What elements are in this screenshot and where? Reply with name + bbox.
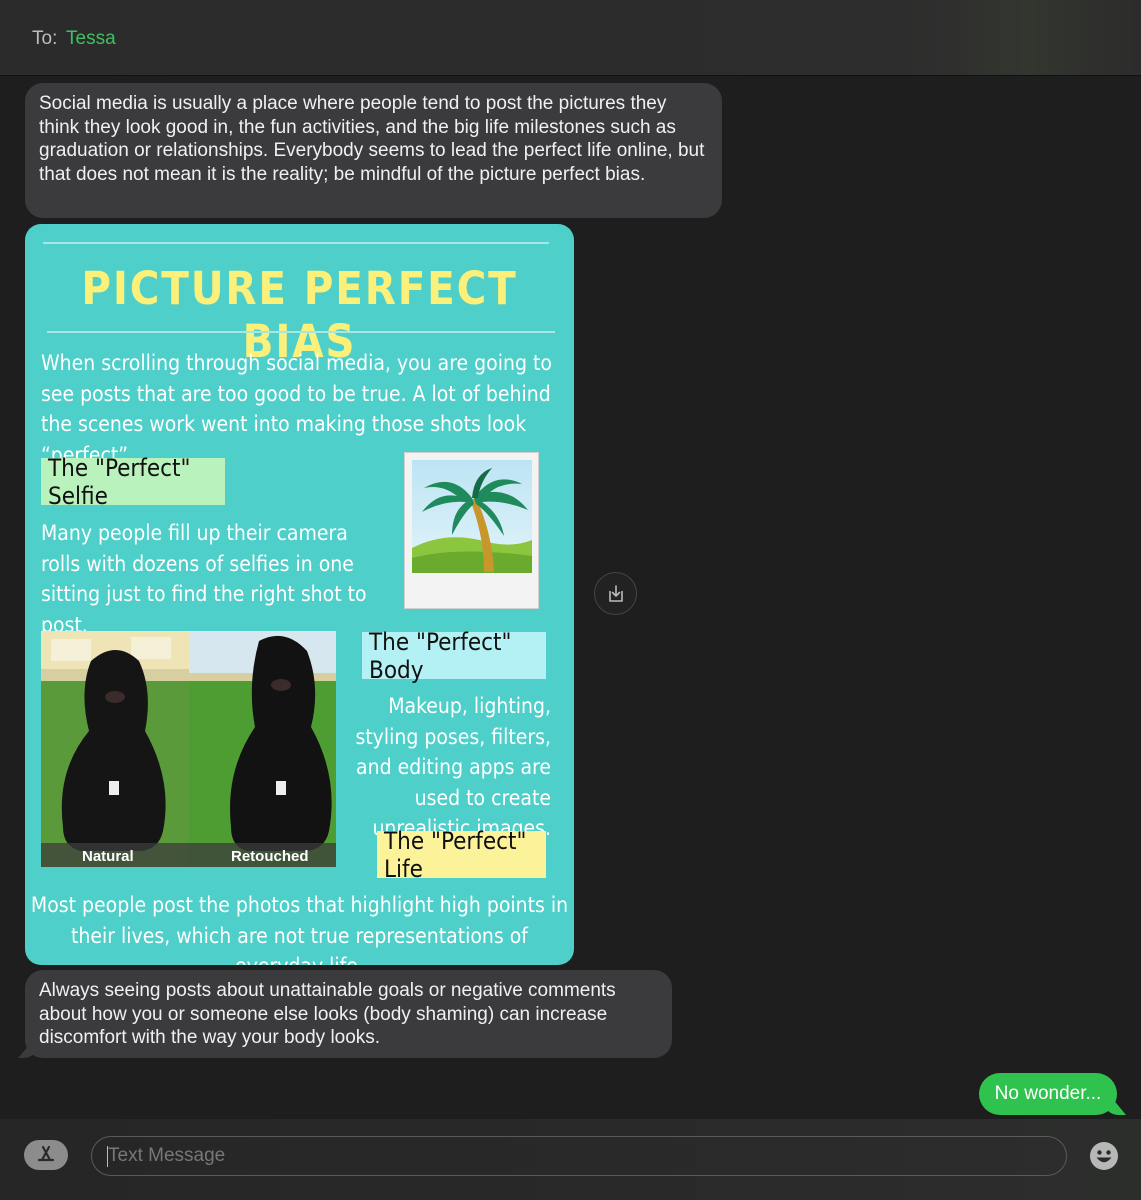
text-caret bbox=[107, 1146, 108, 1167]
bubble-tail bbox=[1104, 1099, 1126, 1115]
bubble-tail bbox=[18, 1044, 38, 1058]
divider bbox=[43, 242, 549, 244]
incoming-message-bubble[interactable]: Social media is usually a place where pe… bbox=[25, 83, 722, 218]
life-text: Most people post the photos that highlig… bbox=[30, 893, 569, 965]
message-text: Always seeing posts about unattainable g… bbox=[39, 980, 616, 1049]
natural-caption: Natural bbox=[82, 848, 134, 865]
message-input[interactable] bbox=[91, 1136, 1067, 1176]
body-heading: The "Perfect" Body bbox=[362, 628, 546, 684]
message-text: No wonder... bbox=[994, 1083, 1102, 1104]
life-heading: The "Perfect" Life bbox=[377, 827, 546, 883]
divider bbox=[47, 331, 555, 333]
selfie-heading: The "Perfect" Selfie bbox=[41, 454, 225, 510]
incoming-message-bubble[interactable]: Always seeing posts about unattainable g… bbox=[18, 970, 672, 1058]
apps-button[interactable] bbox=[24, 1140, 68, 1170]
conversation-header: To: Tessa bbox=[0, 0, 1141, 76]
save-attachment-button[interactable] bbox=[594, 572, 637, 615]
recipient-name[interactable]: Tessa bbox=[66, 28, 116, 50]
emoji-icon[interactable] bbox=[1089, 1141, 1119, 1171]
save-attachment-icon bbox=[608, 584, 623, 602]
app-store-icon bbox=[37, 1145, 55, 1162]
body-text: Makeup, lighting, styling poses, filters… bbox=[355, 694, 551, 840]
composer-bar bbox=[0, 1119, 1141, 1200]
retouched-caption: Retouched bbox=[231, 848, 309, 865]
to-label: To: bbox=[32, 28, 58, 49]
selfie-text: Many people fill up their camera rolls w… bbox=[41, 521, 367, 637]
message-text: Social media is usually a place where pe… bbox=[39, 93, 705, 186]
dog-comparison-photo: Natural Retouched bbox=[41, 631, 336, 867]
outgoing-message-bubble[interactable]: No wonder... bbox=[979, 1073, 1126, 1115]
polaroid-palm-image bbox=[404, 452, 539, 609]
infographic-attachment[interactable]: PICTURE PERFECT BIAS When scrolling thro… bbox=[25, 224, 574, 965]
